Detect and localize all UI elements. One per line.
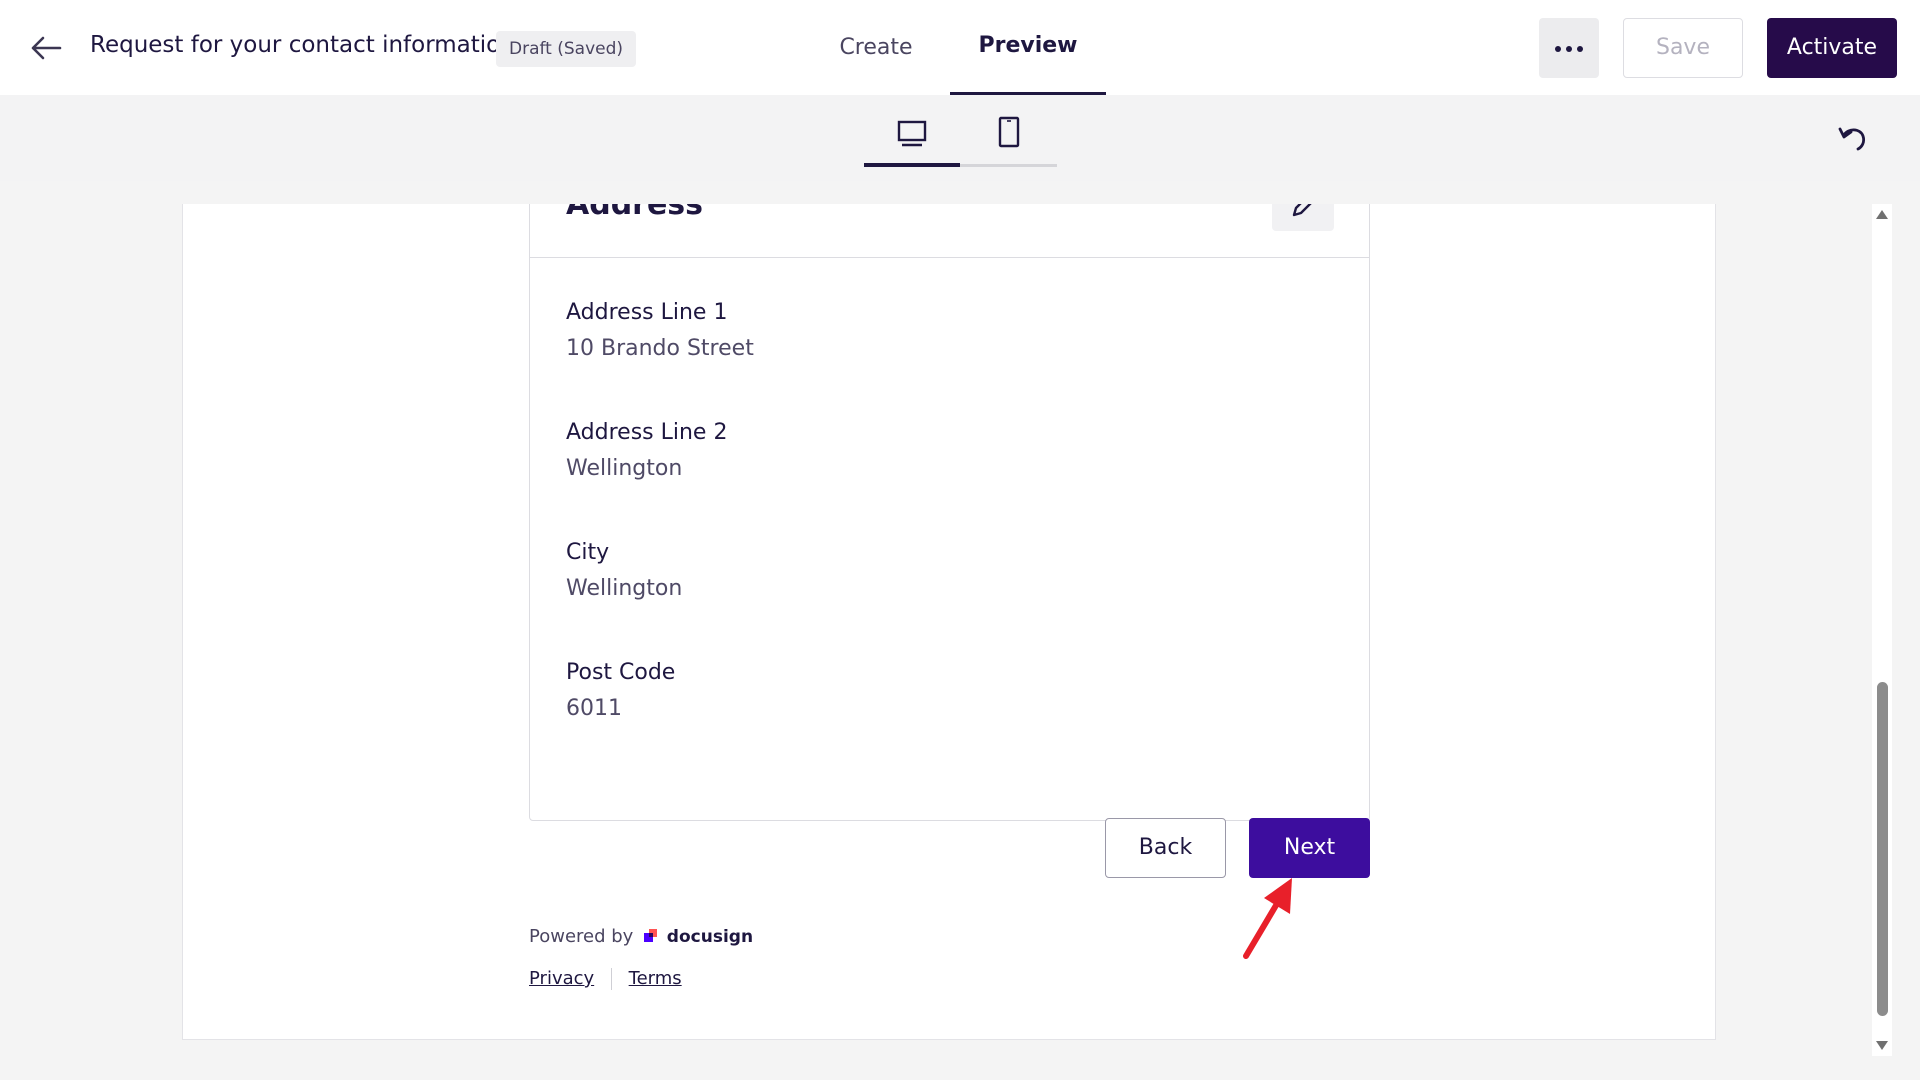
back-arrow-icon[interactable] [28,33,62,63]
terms-link[interactable]: Terms [629,968,682,989]
scroll-down-arrow-icon[interactable] [1876,1041,1888,1050]
scroll-up-arrow-icon[interactable] [1876,210,1888,219]
field-address-line-1: Address Line 1 10 Brando Street [566,298,754,364]
field-value: Wellington [566,456,683,481]
tab-create[interactable]: Create [830,0,922,95]
field-value: Wellington [566,576,683,601]
scrollbar-thumb[interactable] [1877,682,1888,1016]
field-label: Post Code [566,660,676,685]
device-tab-indicator [864,163,960,167]
annotation-arrow-icon [1243,878,1292,959]
mobile-view-button[interactable] [976,105,1040,155]
field-city: City Wellington [566,538,682,604]
mobile-icon [998,116,1020,148]
docusign-logo-icon [644,929,658,942]
vertical-scrollbar[interactable] [1872,204,1892,1056]
desktop-icon [897,120,927,147]
back-button[interactable]: Back [1105,818,1226,878]
powered-by: Powered by docusign [529,926,753,947]
docusign-brand: docusign [666,927,754,947]
powered-by-label: Powered by [529,926,634,947]
field-value: 10 Brando Street [566,336,754,361]
more-dot [1577,46,1583,52]
more-dot [1566,46,1572,52]
footer-links: Privacy Terms [529,968,682,990]
section-title: Address [566,204,704,222]
next-button[interactable]: Next [1249,818,1370,878]
address-section-card: Address Address Line 1 10 Brando Street … [529,204,1370,821]
more-options-button[interactable] [1539,18,1599,78]
device-toolbar [0,95,1920,181]
field-label: Address Line 1 [566,300,728,325]
section-divider [530,257,1369,258]
privacy-link[interactable]: Privacy [529,968,594,989]
field-post-code: Post Code 6011 [566,658,675,724]
app-header: Request for your contact information Dra… [0,0,1920,95]
undo-icon[interactable] [1834,119,1872,157]
save-button[interactable]: Save [1623,18,1743,78]
more-dots-icon [1555,46,1561,52]
link-divider [610,968,612,990]
preview-canvas: Address Address Line 1 10 Brando Street … [182,204,1716,1040]
field-label: Address Line 2 [566,420,728,445]
tab-preview[interactable]: Preview [950,0,1106,95]
desktop-view-button[interactable] [880,105,944,155]
pencil-icon [1292,204,1312,217]
edit-section-button[interactable] [1272,204,1334,231]
page-title: Request for your contact information [90,32,515,58]
activate-button[interactable]: Activate [1767,18,1897,78]
field-value: 6011 [566,696,622,721]
status-badge: Draft (Saved) [496,31,637,67]
field-address-line-2: Address Line 2 Wellington [566,418,727,484]
field-label: City [566,540,610,565]
